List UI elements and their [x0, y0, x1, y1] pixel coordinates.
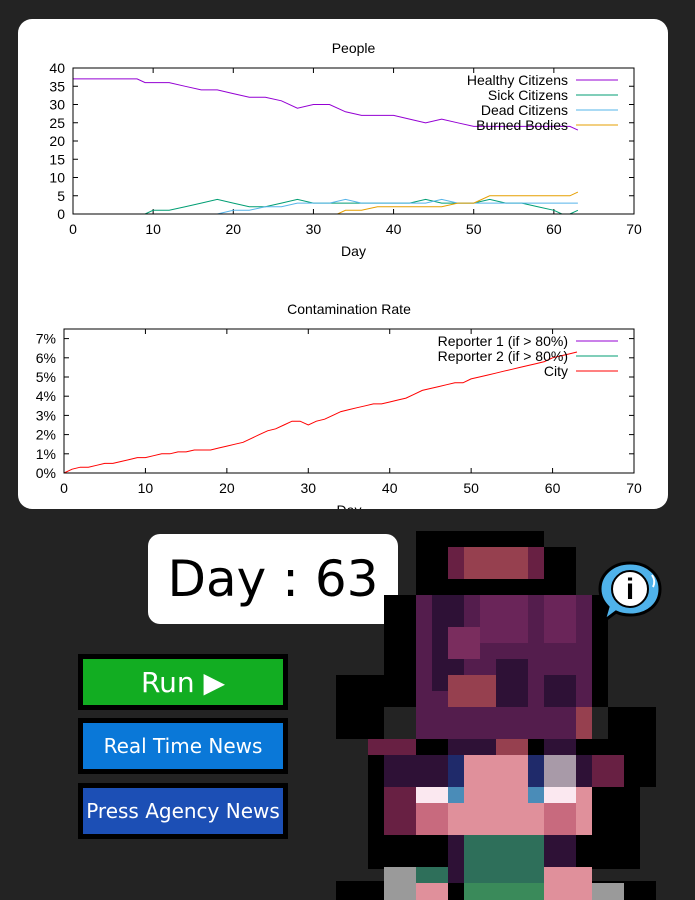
- x-tick-label: 20: [219, 480, 235, 496]
- contamination-rate-chart: Contamination Rate 0% 1% 2% 3% 4% 5% 6% 7% 0 10 20 3…: [36, 301, 642, 509]
- real-time-news-label: Real Time News: [83, 723, 283, 769]
- x-tick-label: 50: [466, 221, 482, 237]
- x-tick-label: 0: [69, 221, 77, 237]
- legend-label: Sick Citizens: [488, 87, 568, 103]
- x-tick-label: 60: [545, 480, 561, 496]
- charts-panel: People 0 5 10 15 20 25 30 35 40 0 10 20 30 40 50 60 70 Day…: [18, 19, 668, 509]
- x-tick-label: 20: [225, 221, 241, 237]
- x-tick-label: 30: [306, 221, 322, 237]
- x-tick-label: 10: [145, 221, 161, 237]
- series-line: [63, 351, 578, 474]
- y-tick-label: 2%: [36, 427, 56, 443]
- x-tick-label: 60: [546, 221, 562, 237]
- y-tick-label: 5: [57, 188, 65, 204]
- x-tick-label: 50: [463, 480, 479, 496]
- legend-label: Reporter 2 (if > 80%): [438, 348, 568, 364]
- x-tick-label: 40: [386, 221, 402, 237]
- x-tick-label: 10: [138, 480, 154, 496]
- run-button[interactable]: Run ▶: [78, 654, 288, 710]
- y-tick-label: 25: [49, 115, 65, 131]
- x-axis-label: Day: [341, 243, 366, 259]
- x-tick-label: 30: [300, 480, 316, 496]
- chart-title: People: [332, 40, 376, 56]
- y-tick-label: 5%: [36, 369, 56, 385]
- legend-label: City: [544, 363, 568, 379]
- y-tick-label: 6%: [36, 350, 56, 366]
- x-tick-label: 70: [626, 221, 642, 237]
- run-button-label: Run ▶: [83, 659, 283, 705]
- real-time-news-button[interactable]: Real Time News: [78, 718, 288, 774]
- legend-label: Reporter 1 (if > 80%): [438, 333, 568, 349]
- legend-label: Dead Citizens: [481, 102, 568, 118]
- people-chart: People 0 5 10 15 20 25 30 35 40 0 10 20 30 40 50 60 70 Day…: [49, 40, 642, 259]
- series-line: [73, 198, 579, 215]
- legend-label: Healthy Citizens: [467, 72, 568, 88]
- legend-label: Burned Bodies: [476, 117, 568, 133]
- y-tick-label: 0: [57, 206, 65, 222]
- y-tick-label: 3%: [36, 407, 56, 423]
- y-tick-label: 4%: [36, 388, 56, 404]
- y-tick-label: 20: [49, 133, 65, 149]
- press-agency-news-button[interactable]: Press Agency News: [78, 783, 288, 839]
- y-tick-label: 15: [49, 151, 65, 167]
- x-tick-label: 70: [626, 480, 642, 496]
- y-tick-label: 40: [49, 60, 65, 76]
- x-tick-label: 40: [382, 480, 398, 496]
- press-agency-news-label: Press Agency News: [83, 788, 283, 834]
- y-tick-label: 35: [49, 78, 65, 94]
- info-glyph: i: [626, 573, 634, 606]
- y-tick-label: 10: [49, 170, 65, 186]
- y-tick-label: 30: [49, 97, 65, 113]
- x-tick-label: 0: [60, 480, 68, 496]
- y-tick-label: 7%: [36, 331, 56, 347]
- x-axis-label: Day: [337, 502, 362, 509]
- y-tick-label: 0%: [36, 465, 56, 481]
- info-bubble-icon[interactable]: i: [596, 559, 664, 627]
- chart-title: Contamination Rate: [287, 301, 411, 317]
- y-tick-label: 1%: [36, 446, 56, 462]
